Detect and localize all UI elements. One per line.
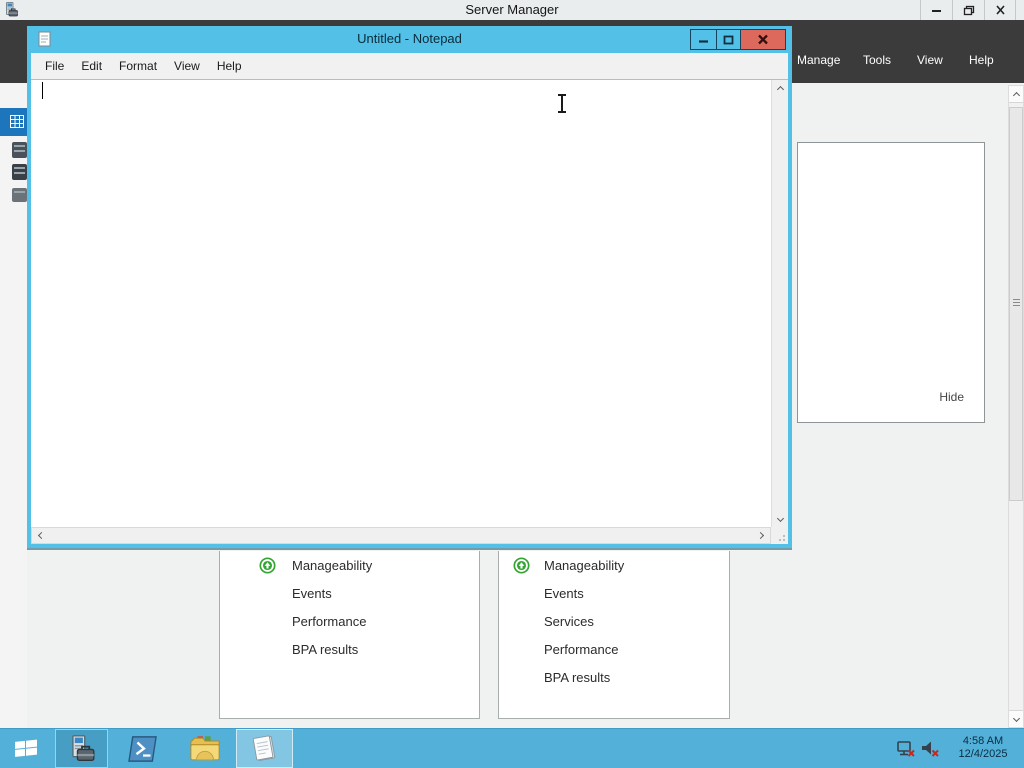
desktop: Server Manager Manage Tools View Help Hi…: [0, 0, 1024, 768]
tile-row-label: Manageability: [544, 557, 625, 573]
window-controls: [920, 0, 1016, 20]
minimize-button[interactable]: [690, 29, 717, 50]
tile-row-label: Services: [544, 613, 594, 629]
scrollbar-grip-icon: [1013, 299, 1020, 307]
window-controls: [690, 29, 786, 50]
menu-manage[interactable]: Manage: [797, 53, 840, 71]
scroll-left-button[interactable]: [32, 527, 48, 543]
clock-date: 12/4/2025: [958, 748, 1008, 760]
scroll-down-button[interactable]: [772, 511, 788, 527]
menu-edit[interactable]: Edit: [77, 57, 106, 75]
notepad-menubar: File Edit Format View Help: [31, 53, 788, 79]
sidebar-item-file-storage[interactable]: [12, 188, 27, 202]
scroll-down-button[interactable]: [1009, 710, 1023, 727]
menu-file[interactable]: File: [41, 57, 68, 75]
chevron-left-icon: [37, 531, 46, 539]
tile-row-label: Performance: [544, 641, 619, 657]
hide-link[interactable]: Hide: [939, 390, 964, 404]
scroll-up-button[interactable]: [1009, 86, 1023, 103]
volume-muted-icon[interactable]: [920, 740, 940, 763]
tile-row-label: Performance: [292, 613, 367, 629]
menu-help[interactable]: Help: [969, 53, 994, 71]
tile-row-events[interactable]: Events: [499, 579, 729, 607]
dashboard-icon: [10, 115, 24, 128]
tile-row-label: Events: [544, 585, 584, 601]
taskbar: 4:58 AM 12/4/2025: [0, 728, 1024, 768]
windows-logo-icon: [15, 739, 37, 757]
tile-row-services[interactable]: Services: [499, 607, 729, 635]
taskbar-server-manager-button[interactable]: [55, 729, 108, 768]
powershell-icon: [128, 735, 157, 762]
chevron-down-icon: [776, 514, 784, 522]
tile-row-manageability[interactable]: Manageability: [220, 551, 479, 579]
role-tile-right: Manageability Events Services Performanc…: [498, 551, 730, 719]
notepad-titlebar[interactable]: Untitled - Notepad: [27, 26, 792, 53]
role-tile-left: Manageability Events Performance BPA res…: [219, 551, 480, 719]
menu-format[interactable]: Format: [115, 57, 161, 75]
restore-button[interactable]: [952, 0, 984, 20]
close-button[interactable]: [984, 0, 1016, 20]
server-manager-icon: [71, 735, 94, 761]
ibeam-cursor: [556, 94, 567, 113]
folder-icon: [189, 736, 220, 761]
clock-time: 4:58 AM: [962, 735, 1004, 747]
menu-help[interactable]: Help: [213, 57, 246, 75]
status-up-icon: [259, 556, 292, 574]
window-title: Untitled - Notepad: [357, 31, 462, 46]
window-title: Server Manager: [465, 2, 559, 17]
notepad-icon: [252, 735, 275, 761]
minimize-icon: [699, 39, 708, 43]
notepad-body: [31, 79, 788, 544]
resize-grip[interactable]: [771, 527, 788, 544]
sidebar-item-dashboard[interactable]: [0, 108, 27, 136]
tile-row-manageability[interactable]: Manageability: [499, 551, 729, 579]
tile-row-label: BPA results: [544, 669, 611, 685]
taskbar-file-explorer-button[interactable]: [178, 729, 231, 768]
tile-row-bpa-results[interactable]: BPA results: [499, 663, 729, 691]
notepad-window: Untitled - Notepad File Edit Format View…: [27, 26, 792, 548]
scroll-up-button[interactable]: [772, 80, 788, 96]
taskbar-notepad-button[interactable]: [236, 729, 293, 768]
sidebar-item-all-servers[interactable]: [12, 164, 27, 180]
maximize-icon: [723, 35, 734, 44]
chevron-down-icon: [1012, 714, 1020, 722]
menu-view[interactable]: View: [917, 53, 943, 71]
scrollbar-thumb[interactable]: [1009, 107, 1023, 501]
notepad-horizontal-scrollbar[interactable]: [31, 527, 771, 544]
tile-row-performance[interactable]: Performance: [499, 635, 729, 663]
menu-view[interactable]: View: [170, 57, 204, 75]
tile-row-label: BPA results: [292, 641, 359, 657]
tile-row-performance[interactable]: Performance: [220, 607, 479, 635]
menu-tools[interactable]: Tools: [863, 53, 891, 71]
close-button[interactable]: [740, 29, 786, 50]
notification-flyout-panel: Hide: [797, 142, 985, 423]
text-caret: [42, 82, 43, 99]
tile-row-label: Manageability: [292, 557, 373, 573]
status-up-icon: [513, 556, 544, 574]
server-manager-titlebar[interactable]: Server Manager: [0, 0, 1024, 20]
tile-row-bpa-results[interactable]: BPA results: [220, 635, 479, 663]
notepad-vertical-scrollbar[interactable]: [771, 80, 788, 527]
tile-row-events[interactable]: Events: [220, 579, 479, 607]
chevron-right-icon: [756, 531, 765, 539]
network-disconnected-icon[interactable]: [896, 740, 916, 763]
taskbar-powershell-button[interactable]: [117, 729, 169, 768]
close-icon: [758, 34, 768, 45]
sidebar-item-local-server[interactable]: [12, 142, 27, 158]
restore-icon: [963, 5, 974, 15]
close-icon: [995, 5, 1005, 15]
scrollbar-vertical[interactable]: [1008, 85, 1024, 728]
minimize-button[interactable]: [920, 0, 952, 20]
taskbar-clock[interactable]: 4:58 AM 12/4/2025: [946, 735, 1020, 761]
start-button[interactable]: [0, 729, 52, 768]
minimize-icon: [932, 10, 941, 12]
chevron-up-icon: [776, 85, 784, 94]
scroll-right-button[interactable]: [754, 527, 770, 543]
server-manager-sidebar: [0, 83, 27, 728]
maximize-button[interactable]: [716, 29, 741, 50]
tile-row-label: Events: [292, 585, 332, 601]
notepad-text-area[interactable]: [31, 80, 771, 527]
chevron-up-icon: [1012, 91, 1020, 100]
